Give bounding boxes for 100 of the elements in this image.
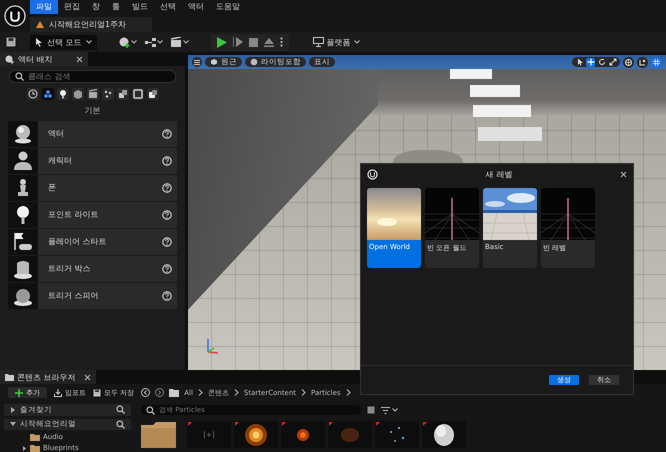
asset-thumbnail[interactable] [422,421,466,448]
actor-item[interactable]: 트리거 스피어 [8,283,177,308]
menu-item[interactable]: 편집 [58,0,86,14]
caret-icon [86,40,92,44]
asset-thumbnail[interactable] [328,421,372,448]
actor-item[interactable]: 액터 [8,121,177,146]
more-icon[interactable] [280,37,283,47]
cube-icon [72,89,82,99]
blueprint-dropdown[interactable] [144,38,163,46]
menu-item[interactable]: 도움말 [210,0,246,14]
actor-item[interactable]: 플레이어 스타트 [8,229,177,254]
help-icon[interactable] [162,290,172,301]
transform-tool-button[interactable] [575,58,584,66]
help-icon[interactable] [162,210,172,220]
search-input[interactable]: 클래스 검색 [28,72,170,81]
forward-icon[interactable] [155,388,164,397]
square-icon [132,89,142,99]
actor-item[interactable]: 트리거 박스 [8,256,177,282]
platforms-button[interactable]: 플랫폼 [306,36,366,48]
add-actor-dropdown[interactable] [118,36,137,48]
filter-button[interactable] [26,88,38,100]
close-icon[interactable] [620,170,627,178]
filter-button[interactable] [146,88,158,100]
rotate-icon [598,58,606,66]
actor-item[interactable]: 캐릭터 [8,148,177,174]
panel-tab[interactable]: 콘텐츠 브라우저 [0,370,96,384]
monitor-icon [312,37,324,47]
menu-icon [194,60,200,64]
logo-icon [4,5,26,27]
person-icon [11,148,35,173]
menu-item[interactable]: 창 [86,0,106,14]
filter-dropdown[interactable] [381,406,398,414]
grid-icon [653,58,660,66]
help-icon[interactable] [162,236,172,247]
chevron-icon [198,389,203,396]
chevron-icon [346,389,351,396]
back-icon[interactable] [141,388,150,397]
asset-thumbnail[interactable] [234,421,278,448]
eject-icon[interactable] [264,38,274,46]
filter-button[interactable] [116,88,128,100]
filter-button[interactable] [132,88,144,100]
search-field[interactable]: 클래스 검색 [9,70,176,83]
help-icon[interactable] [162,156,172,166]
dots-icon [102,89,112,99]
menu-item[interactable]: 선택 [154,0,182,14]
marker-icon [423,422,427,426]
save-icon[interactable] [6,37,16,47]
move-icon [586,58,594,66]
fire-effect-drawing [245,424,267,446]
viewport-menu-button[interactable] [192,57,202,67]
help-icon[interactable] [162,182,172,193]
mode-button[interactable]: 선택 모드 [30,34,97,50]
chevron-icon [301,389,306,396]
transform-tool-button[interactable] [597,58,606,66]
chevron-icon [234,389,239,396]
clock-icon [28,89,38,99]
sphere-icon [250,58,258,66]
actor-item[interactable]: 폰 [8,175,177,200]
cinematics-dropdown[interactable] [170,37,189,47]
asset-thumbnail[interactable] [281,421,325,448]
cube-icon [210,58,218,66]
level-icon [36,21,44,28]
empty-grid-drawing [425,188,479,240]
stair-step [470,85,520,97]
step-icon[interactable] [232,37,243,47]
filter-button[interactable] [102,88,114,100]
filter-button[interactable] [56,88,68,100]
menu-item[interactable]: 빌드 [126,0,154,14]
globe-button[interactable] [623,56,634,68]
menu-item[interactable]: 툴 [106,0,126,14]
filter-button[interactable] [86,88,98,100]
stop-icon[interactable] [248,38,258,46]
grid-button[interactable] [651,56,662,68]
help-icon[interactable] [162,264,172,274]
close-icon[interactable] [76,56,83,62]
actor-item[interactable]: 포인트 라이트 [8,202,177,228]
transform-tool-button[interactable] [608,58,617,66]
help-icon[interactable] [162,128,172,139]
search-icon [116,420,125,429]
stair-step [450,69,492,79]
folder-icon[interactable] [141,421,176,448]
asset-thumbnail[interactable] [375,421,419,448]
filter-button[interactable] [42,88,54,100]
close-icon[interactable] [84,374,91,380]
snap-button[interactable] [637,56,648,68]
menu-item[interactable]: 파일 [30,0,58,14]
shapes-icon [42,89,52,99]
category-label: 기본 [84,105,102,116]
save-icon[interactable] [367,406,375,414]
snap-icon [639,58,646,66]
panel-tab[interactable]: 액터 배치 [0,52,88,66]
clapperboard-icon [170,37,182,47]
play-icon[interactable] [216,36,227,48]
cursor-icon [576,58,584,66]
logo-icon [367,168,378,180]
expanded-icon [10,421,16,428]
dark-smoke-drawing [341,428,359,442]
project-tab[interactable]: 시작해요언리얼1주차 [30,17,152,32]
menu-item[interactable]: 액터 [182,0,210,14]
filter-button[interactable] [72,88,84,100]
